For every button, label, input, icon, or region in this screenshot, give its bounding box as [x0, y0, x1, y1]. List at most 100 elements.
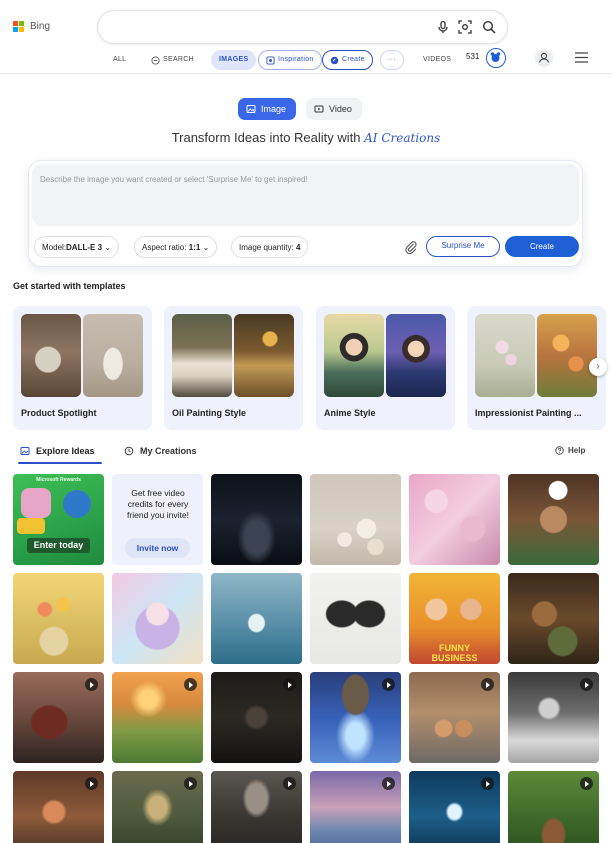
game-character-icon [21, 488, 51, 518]
enter-today-button[interactable]: Enter today [27, 538, 90, 553]
play-icon [184, 678, 197, 691]
user-avatar-icon[interactable] [535, 49, 553, 67]
rewards-badge-icon[interactable] [486, 48, 506, 68]
template-card-anime[interactable]: Anime Style [316, 306, 455, 430]
idea-image-underwater-figure[interactable] [409, 771, 500, 843]
aspect-label: Aspect ratio: [142, 243, 187, 252]
prompt-input[interactable] [32, 164, 579, 226]
create-icon [330, 56, 339, 64]
idea-image-easter-tulips[interactable] [13, 573, 104, 664]
help-button[interactable]: Help [555, 446, 585, 455]
template-card-oil-painting[interactable]: Oil Painting Style [164, 306, 303, 430]
visual-search-icon[interactable] [457, 19, 473, 35]
history-icon [124, 446, 134, 456]
page-tagline: Transform Ideas into Reality with AI Cre… [0, 130, 612, 145]
play-icon [382, 678, 395, 691]
idea-image-garden-bench[interactable] [508, 771, 599, 843]
inspiration-icon [266, 55, 275, 65]
create-button[interactable]: Create [505, 236, 579, 257]
idea-image-toy-couple-street[interactable] [409, 672, 500, 763]
idea-image-old-town-street[interactable] [211, 771, 302, 843]
play-icon [580, 678, 593, 691]
nav-more-button[interactable]: ··· [380, 50, 404, 70]
idea-image-teddy-bear-jeep[interactable] [508, 573, 599, 664]
template-image [234, 314, 294, 397]
template-label: Product Spotlight [21, 408, 97, 418]
idea-image-vintage-car[interactable] [13, 672, 104, 763]
play-icon [85, 678, 98, 691]
rewards-brand: Microsoft Rewards [36, 477, 81, 483]
play-icon [382, 777, 395, 790]
idea-image-warrior-girl[interactable] [13, 771, 104, 843]
tab-my-creations[interactable]: My Creations [124, 446, 197, 456]
nav-create[interactable]: Create [322, 50, 373, 70]
idea-image-perfume-bottle[interactable] [211, 573, 302, 664]
invite-promo-tile: Get free video credits for every friend … [112, 474, 203, 565]
idea-image-sunset-river[interactable] [112, 672, 203, 763]
template-label: Anime Style [324, 408, 376, 418]
microphone-icon[interactable] [435, 19, 451, 35]
idea-image-mountain-lake[interactable] [310, 771, 401, 843]
aspect-value: 1:1 [188, 243, 201, 252]
nav-search[interactable]: SEARCH [151, 50, 194, 70]
idea-image-eggs-vase[interactable] [310, 474, 401, 565]
template-card-impressionist[interactable]: Impressionist Painting ... [467, 306, 606, 430]
vertical-nav: ALL SEARCH IMAGES Inspiration Create ···… [0, 50, 612, 70]
nav-all[interactable]: ALL [113, 50, 126, 70]
model-selector[interactable]: Model:DALL-E 3 ⌄ [34, 236, 119, 258]
poster-title: FUNNY BUSINESS [409, 643, 500, 663]
idea-image-ufo[interactable] [310, 672, 401, 763]
templates-title: Get started with templates [13, 281, 126, 291]
rewards-promo-tile[interactable]: Microsoft Rewards Enter today [13, 474, 104, 565]
image-icon [246, 105, 256, 113]
idea-image-anime-girl[interactable] [112, 573, 203, 664]
quantity-label: Image quantity: [239, 243, 294, 252]
carousel-next-button[interactable]: › [589, 358, 607, 376]
idea-image-dark-figure[interactable] [211, 672, 302, 763]
bing-logo[interactable]: Bing [13, 21, 50, 32]
poster-title-line-1: FUNNY [439, 643, 470, 653]
flower-icon [63, 490, 91, 518]
template-image [21, 314, 81, 397]
model-value: DALL-E 3 [66, 243, 103, 252]
nav-inspiration[interactable]: Inspiration [258, 50, 322, 70]
idea-image-funny-business-poster[interactable]: FUNNY BUSINESS [409, 573, 500, 664]
idea-image-chef-bear[interactable] [508, 474, 599, 565]
idea-image-sports-car[interactable] [211, 474, 302, 565]
nav-images[interactable]: IMAGES [211, 50, 257, 70]
idea-image-butterfly[interactable] [310, 573, 401, 664]
creator-panel: Model:DALL-E 3 ⌄ Aspect ratio: 1:1 ⌄ Ima… [29, 161, 582, 266]
invite-now-button[interactable]: Invite now [125, 538, 190, 558]
invite-text: Get free video credits for every friend … [127, 488, 189, 520]
template-card-product-spotlight[interactable]: Product Spotlight [13, 306, 152, 430]
tab-image-label: Image [261, 104, 287, 114]
search-box[interactable] [98, 11, 507, 43]
play-icon [481, 678, 494, 691]
idea-image-ruined-city[interactable] [112, 771, 203, 843]
tab-image[interactable]: Image [238, 98, 297, 120]
game-console-icon [17, 518, 45, 534]
idea-image-cherry-blossom[interactable] [409, 474, 500, 565]
quantity-value: 4 [295, 243, 301, 252]
aspect-ratio-selector[interactable]: Aspect ratio: 1:1 ⌄ [134, 236, 218, 258]
play-icon [283, 678, 296, 691]
image-quantity-selector[interactable]: Image quantity: 4 [231, 236, 309, 258]
attach-image-icon[interactable] [404, 240, 418, 254]
play-icon [184, 777, 197, 790]
tagline-brand: AI Creations [364, 131, 441, 145]
play-icon [85, 777, 98, 790]
template-label: Oil Painting Style [172, 408, 247, 418]
idea-image-detective-writing[interactable] [508, 672, 599, 763]
rewards-count[interactable]: 531 [466, 52, 479, 61]
surprise-me-button[interactable]: Surprise Me [426, 236, 500, 257]
search-icon[interactable] [481, 19, 497, 35]
nav-videos[interactable]: VIDEOS [423, 50, 451, 70]
nav-create-label: Create [342, 56, 365, 63]
copilot-search-icon [151, 55, 160, 65]
tab-video[interactable]: Video [306, 98, 362, 120]
hamburger-menu-icon[interactable] [575, 52, 588, 63]
tab-explore-label: Explore Ideas [36, 446, 95, 456]
template-label: Impressionist Painting ... [475, 408, 582, 418]
tab-explore-ideas[interactable]: Explore Ideas [20, 446, 95, 456]
nav-search-label: SEARCH [163, 56, 194, 63]
